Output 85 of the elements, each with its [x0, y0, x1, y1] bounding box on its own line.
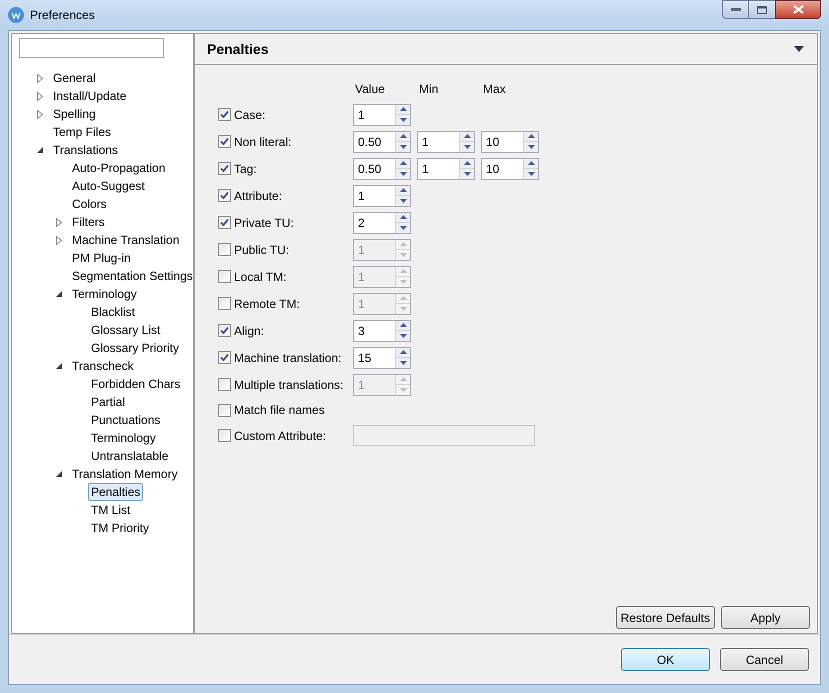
tree-item[interactable]: Temp Files — [50, 123, 114, 141]
tree-item[interactable]: Blacklist — [88, 303, 138, 321]
number-spinner[interactable]: 1 — [417, 130, 475, 152]
tree-item[interactable]: Segmentation Settings — [69, 267, 196, 285]
tree-item[interactable]: Untranslatable — [88, 447, 172, 465]
tree-item[interactable]: Terminology — [88, 429, 159, 447]
close-button[interactable] — [775, 0, 821, 19]
number-spinner[interactable]: 3 — [353, 320, 411, 342]
tree-item[interactable]: Auto-Suggest — [69, 177, 148, 195]
window-title: Preferences — [30, 7, 95, 24]
number-spinner[interactable]: 15 — [353, 346, 411, 368]
column-header: Value — [354, 81, 386, 95]
option-label: Align: — [234, 322, 266, 340]
checkbox[interactable] — [218, 324, 231, 337]
tree-item[interactable]: Terminology — [69, 285, 140, 303]
collapsed-triangle-icon[interactable] — [56, 236, 62, 244]
number-spinner[interactable]: 2 — [353, 212, 411, 234]
number-spinner[interactable]: 10 — [481, 158, 539, 180]
option-label: Match file names — [234, 402, 326, 419]
tree-item[interactable]: Filters — [69, 213, 108, 231]
tree-item[interactable]: Transcheck — [69, 357, 137, 375]
number-spinner[interactable]: 1 — [353, 184, 411, 206]
maximize-icon — [757, 6, 767, 14]
tree-item[interactable]: Machine Translation — [69, 231, 182, 249]
filter-field[interactable] — [19, 38, 164, 58]
page-title: Penalties — [207, 40, 268, 58]
option-label: Public TU: — [234, 242, 290, 258]
tree-item[interactable]: Colors — [69, 195, 110, 213]
number-spinner[interactable]: 0.50 — [353, 158, 411, 180]
number-spinner[interactable]: 1 — [353, 104, 411, 126]
tree-item[interactable]: Penalties — [88, 483, 144, 501]
option-label: Attribute: — [234, 188, 284, 204]
tree-item[interactable]: PM Plug-in — [69, 249, 134, 267]
minimize-icon — [730, 8, 740, 11]
page-button[interactable]: Apply — [721, 606, 810, 629]
checkbox[interactable] — [218, 135, 231, 148]
number-spinner[interactable]: 1 — [417, 158, 475, 180]
option-label: Non literal: — [234, 134, 292, 150]
maximize-button[interactable] — [749, 0, 775, 19]
tree-item[interactable]: Translation Memory — [69, 465, 181, 483]
option-label: Tag: — [234, 160, 258, 178]
collapsed-triangle-icon[interactable] — [56, 218, 62, 226]
tree-item[interactable]: Spelling — [50, 105, 99, 123]
collapsed-triangle-icon[interactable] — [37, 110, 43, 118]
tree-item[interactable]: TM Priority — [88, 519, 152, 537]
checkbox[interactable] — [218, 108, 231, 121]
option-label: Remote TM: — [234, 296, 301, 312]
close-icon — [792, 5, 804, 14]
expanded-triangle-icon[interactable] — [56, 471, 62, 477]
tree-item[interactable]: Install/Update — [50, 87, 130, 105]
tree-item[interactable]: General — [50, 69, 99, 87]
checkbox[interactable] — [218, 189, 231, 202]
collapsed-triangle-icon[interactable] — [37, 74, 43, 82]
tree-item[interactable]: Glossary Priority — [88, 339, 182, 357]
column-header: Min — [418, 81, 440, 95]
option-label: Multiple translations: — [234, 376, 344, 394]
page-button[interactable]: Restore Defaults — [616, 606, 715, 629]
minimize-button[interactable] — [722, 0, 749, 19]
expanded-triangle-icon[interactable] — [37, 147, 43, 153]
app-logo-icon — [8, 7, 24, 23]
number-spinner[interactable]: 10 — [481, 130, 539, 152]
tree-item[interactable]: Translations — [50, 141, 121, 159]
checkbox[interactable] — [218, 162, 231, 175]
dropdown-icon[interactable] — [794, 46, 804, 52]
option-label: Case: — [234, 106, 266, 124]
tree-item[interactable]: TM List — [88, 501, 134, 519]
tree-item[interactable]: Forbidden Chars — [88, 375, 184, 393]
option-label: Private TU: — [234, 214, 295, 232]
tree-item[interactable]: Punctuations — [88, 411, 164, 429]
tree-item[interactable]: Auto-Propagation — [69, 159, 168, 177]
option-label: Machine translation: — [234, 350, 342, 366]
collapsed-triangle-icon[interactable] — [37, 92, 43, 100]
tree-item[interactable]: Partial — [88, 393, 128, 411]
expanded-triangle-icon[interactable] — [56, 291, 62, 297]
column-header: Max — [482, 81, 507, 95]
number-spinner[interactable]: 0.50 — [353, 130, 411, 152]
option-label: Custom Attribute: — [234, 428, 328, 444]
expanded-triangle-icon[interactable] — [56, 363, 62, 369]
dialog-button[interactable]: OK — [621, 648, 710, 671]
checkbox[interactable] — [218, 216, 231, 229]
tree-item[interactable]: Glossary List — [88, 321, 164, 339]
checkbox[interactable] — [218, 404, 231, 416]
checkbox[interactable] — [218, 351, 231, 364]
option-label: Local TM: — [234, 268, 288, 286]
dialog-button[interactable]: Cancel — [720, 648, 809, 671]
